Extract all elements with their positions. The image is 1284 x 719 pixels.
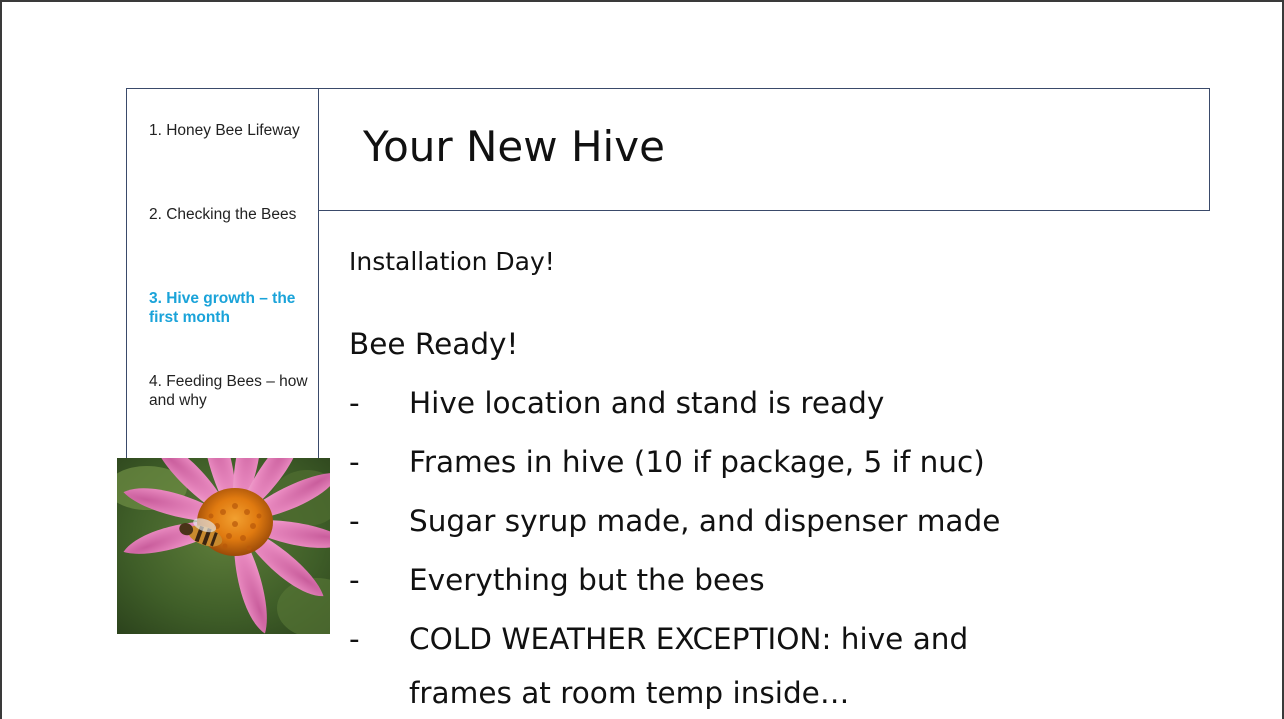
bullet-text: Sugar syrup made, and dispenser made — [409, 504, 1001, 538]
bullet-text: frames at room temp inside… — [409, 676, 850, 710]
sidebar-item-feeding-bees[interactable]: 4. Feeding Bees – how and why — [149, 372, 314, 410]
slide: 1. Honey Bee Lifeway 2. Checking the Bee… — [0, 0, 1284, 719]
title-box: Your New Hive — [318, 88, 1210, 211]
slide-title: Your New Hive — [363, 122, 665, 171]
agenda-sidebar: 1. Honey Bee Lifeway 2. Checking the Bee… — [126, 88, 319, 458]
bullet-dash: - — [349, 445, 360, 479]
subheading-bee-ready: Bee Ready! — [349, 327, 519, 361]
bullet-text: Frames in hive (10 if package, 5 if nuc) — [409, 445, 985, 479]
bullet-dash: - — [349, 622, 360, 656]
bullet-dash: - — [349, 504, 360, 538]
bullet-text: COLD WEATHER EXCEPTION: hive and — [409, 622, 969, 656]
bullet-dash: - — [349, 386, 360, 420]
bullet-dash: - — [349, 563, 360, 597]
sidebar-item-honey-bee-lifeway[interactable]: 1. Honey Bee Lifeway — [149, 121, 314, 140]
coneflower-with-bee-photo — [117, 458, 330, 634]
bullet-text: Hive location and stand is ready — [409, 386, 885, 420]
sidebar-item-hive-growth[interactable]: 3. Hive growth – the first month — [149, 289, 314, 327]
bullet-text: Everything but the bees — [409, 563, 765, 597]
sidebar-item-checking-the-bees[interactable]: 2. Checking the Bees — [149, 205, 314, 224]
subheading-installation-day: Installation Day! — [349, 247, 555, 276]
